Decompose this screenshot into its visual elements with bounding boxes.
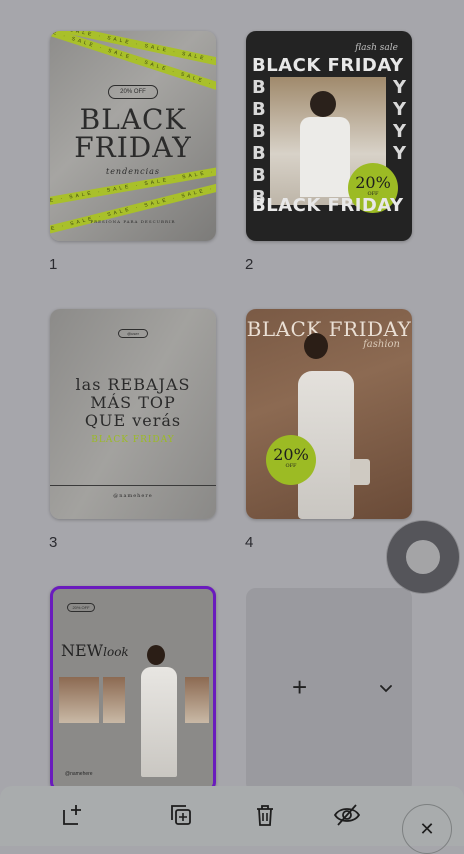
- chevron-down-icon[interactable]: [378, 680, 394, 696]
- page-thumbnail-2[interactable]: flash sale BLACK FRIDAY B B B B B B Y Y …: [246, 31, 412, 241]
- thumb-photo: [59, 677, 99, 723]
- headline-bottom: BLACK FRIDAY: [252, 195, 404, 216]
- discount-pill: 20% OFF: [108, 85, 158, 99]
- model-head: [310, 91, 336, 117]
- headline-line-2: MÁS TOP: [90, 393, 176, 412]
- thumb-photo: [185, 677, 209, 723]
- headline-line-1: las REBAJAS: [75, 375, 191, 394]
- handle-text: @namehere: [65, 771, 93, 777]
- handle-text: @namehere: [113, 493, 153, 499]
- thumb-photo: [103, 677, 125, 723]
- model-dress: [141, 667, 177, 777]
- page-thumbnail-5-selected[interactable]: 20% OFF NEWlook @namehere: [50, 586, 216, 792]
- page-thumbnail-1[interactable]: SALE · SALE · SALE · SALE · SALE · SALE …: [50, 31, 216, 241]
- letter-b: B: [252, 143, 266, 164]
- script-text: flash sale: [355, 43, 398, 53]
- letter-y: Y: [392, 121, 406, 142]
- headline-line-3: QUE verás: [84, 411, 182, 430]
- add-page-plus-icon[interactable]: +: [292, 674, 307, 700]
- headline: BLACK FRIDAY: [246, 317, 412, 341]
- handbag: [350, 459, 370, 485]
- letter-b: B: [252, 77, 266, 98]
- letter-b: B: [252, 165, 266, 186]
- fine-print: PRESIONA PARA DESCUBRIR: [90, 219, 176, 224]
- page-number-4: 4: [245, 534, 254, 551]
- letter-y: Y: [392, 143, 406, 164]
- add-page-icon[interactable]: [58, 800, 88, 830]
- hide-eye-icon[interactable]: [332, 800, 362, 830]
- letter-b: B: [252, 99, 266, 120]
- script-text: fashion: [363, 339, 400, 350]
- page-number-1: 1: [49, 256, 58, 273]
- trash-icon[interactable]: [250, 800, 280, 830]
- add-page-card[interactable]: +: [246, 588, 412, 793]
- page-number-3: 3: [49, 534, 58, 551]
- close-icon[interactable]: ✕: [402, 804, 452, 854]
- discount-pill: 20% OFF: [67, 603, 95, 612]
- headline-friday: FRIDAY: [74, 131, 192, 164]
- headline: NEWlook: [61, 641, 129, 660]
- highlight-text: BLACK FRIDAY: [91, 435, 175, 445]
- divider: [50, 485, 216, 486]
- handle-pill: @user: [118, 329, 148, 338]
- page-thumbnail-3[interactable]: @user las REBAJAS MÁS TOP QUE verás BLAC…: [50, 309, 216, 519]
- page-number-2: 2: [245, 256, 254, 273]
- touch-indicator[interactable]: [387, 521, 459, 593]
- model-body: [300, 117, 350, 197]
- letter-y: Y: [392, 77, 406, 98]
- letter-b: B: [252, 121, 266, 142]
- discount-badge: 20% OFF: [266, 435, 316, 485]
- headline-top: BLACK FRIDAY: [252, 55, 404, 76]
- letter-y: Y: [392, 99, 406, 120]
- model-head: [147, 645, 165, 665]
- duplicate-page-icon[interactable]: [166, 800, 196, 830]
- model-head: [304, 333, 328, 359]
- page-thumbnail-4[interactable]: BLACK FRIDAY fashion 20% OFF: [246, 309, 412, 519]
- bottom-toolbar: ✕: [0, 786, 464, 854]
